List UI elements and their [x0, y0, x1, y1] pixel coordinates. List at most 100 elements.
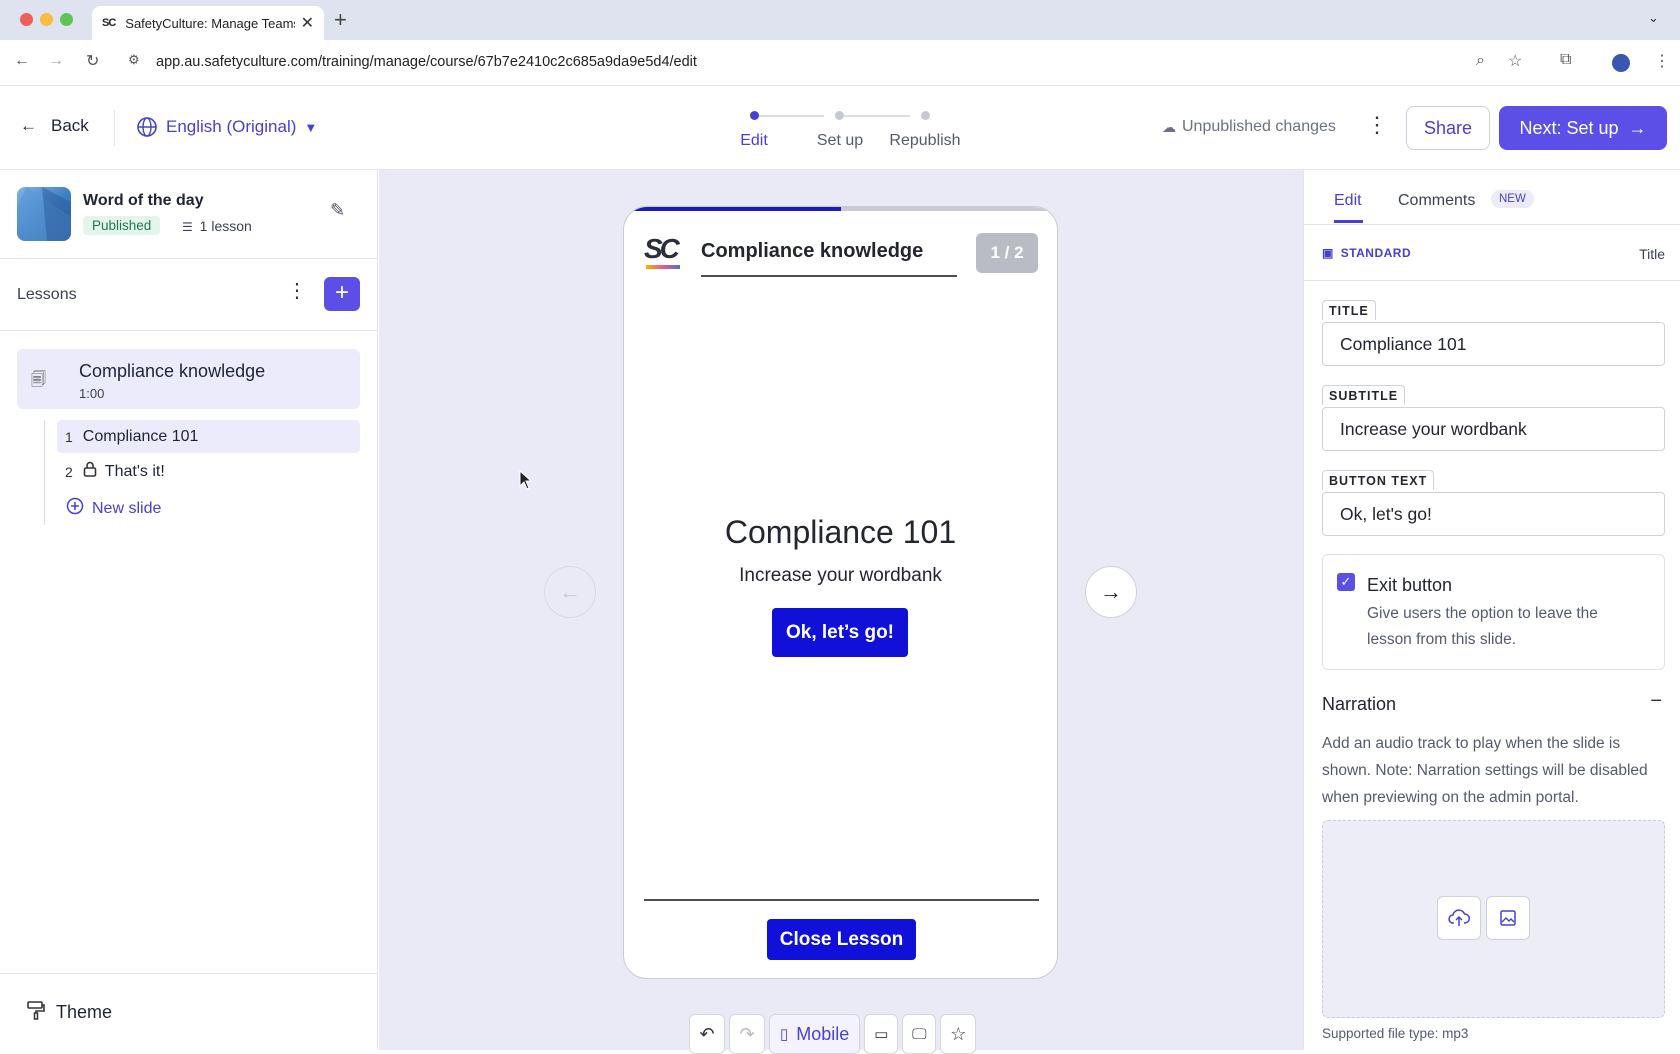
course-name: Word of the day: [83, 192, 204, 209]
new-tab-icon[interactable]: +: [334, 7, 347, 33]
favorite-button[interactable]: ☆: [940, 1014, 977, 1054]
back-button[interactable]: ← Back: [20, 116, 89, 136]
minimize-window-button[interactable]: [40, 13, 53, 26]
url-field[interactable]: app.au.safetyculture.com/training/manage…: [156, 54, 697, 70]
extensions-icon[interactable]: ⧉: [1560, 51, 1571, 69]
desktop-icon: 🖵: [912, 1025, 927, 1043]
theme-label: Theme: [56, 1002, 113, 1022]
device-mobile-button[interactable]: ▯ Mobile: [769, 1014, 861, 1054]
edit-pencil-icon[interactable]: ✎: [330, 200, 345, 221]
step-connector: [754, 115, 824, 117]
slide-counter: 1 / 2: [976, 233, 1038, 273]
slide-number: 1: [65, 428, 73, 445]
button-text-input[interactable]: Ok, let's go!: [1322, 492, 1665, 536]
slide-item-1[interactable]: 1 Compliance 101: [57, 420, 360, 453]
slide-title: Compliance 101: [724, 514, 957, 550]
subtitle-field-label: SUBTITLE: [1322, 385, 1406, 405]
cloud-icon: ☁: [1162, 118, 1176, 135]
close-tab-icon[interactable]: ✕: [301, 13, 314, 33]
lesson-duration: 1:00: [79, 386, 105, 401]
lessons-heading: Lessons: [17, 286, 77, 303]
supported-file-type: Supported file type: mp3: [1322, 1026, 1469, 1041]
lesson-name: Compliance knowledge: [79, 361, 266, 381]
language-label: English (Original): [166, 117, 297, 136]
site-settings-icon[interactable]: ⚙: [128, 52, 140, 68]
slide-subtitle: Increase your wordbank: [739, 565, 942, 586]
active-tab-indicator: [1334, 220, 1363, 223]
zoom-icon[interactable]: ⌕: [1476, 52, 1485, 70]
browser-tab[interactable]: SC SafetyCulture: Manage Teams ✕: [92, 6, 324, 40]
upload-button[interactable]: [1437, 896, 1481, 940]
lesson-item[interactable]: 🗐 Compliance knowledge 1:00: [17, 349, 360, 409]
theme-button[interactable]: Theme: [26, 1000, 112, 1025]
list-icon: ☰: [182, 220, 193, 234]
previous-slide-button[interactable]: ←: [544, 566, 596, 618]
subtitle-input[interactable]: Increase your wordbank: [1322, 407, 1665, 451]
lesson-count: ☰ 1 lesson: [182, 218, 252, 234]
tablet-icon: ▭: [874, 1026, 889, 1043]
step-dot-edit: [750, 111, 759, 120]
course-thumbnail: [17, 187, 71, 241]
next-label: Next: Set up: [1519, 117, 1619, 138]
undo-button[interactable]: ↶: [689, 1014, 725, 1054]
reload-icon[interactable]: ↻: [86, 51, 99, 71]
cloud-upload-icon: [1448, 909, 1470, 926]
new-badge: NEW: [1491, 190, 1534, 208]
redo-button[interactable]: ↷: [729, 1014, 765, 1054]
close-window-button[interactable]: [20, 13, 33, 26]
next-slide-button[interactable]: →: [1085, 566, 1137, 618]
new-slide-button[interactable]: New slide: [66, 497, 161, 520]
audio-upload-dropzone[interactable]: [1322, 820, 1665, 1018]
profile-avatar[interactable]: [1612, 54, 1630, 72]
add-lesson-button[interactable]: +: [324, 277, 360, 311]
more-options-icon[interactable]: ⋮: [1366, 112, 1388, 138]
slide-label: Compliance 101: [82, 427, 199, 445]
browser-menu-icon[interactable]: ⋮: [1654, 51, 1670, 71]
language-selector[interactable]: English (Original) ▼: [136, 116, 317, 138]
collapse-minus-icon[interactable]: −: [1650, 690, 1662, 713]
back-arrow-icon[interactable]: ←: [14, 52, 30, 70]
title-input[interactable]: Compliance 101: [1322, 322, 1665, 366]
exit-button-description: Give users the option to leave the lesso…: [1367, 605, 1598, 648]
caret-down-icon: ▼: [304, 119, 318, 135]
share-button[interactable]: Share: [1406, 106, 1490, 150]
step-dot-setup: [835, 111, 844, 120]
divider: [1304, 280, 1680, 281]
next-setup-button[interactable]: Next: Set up →: [1499, 106, 1667, 150]
step-edit[interactable]: Edit: [740, 132, 768, 150]
lesson-progress-fill: [624, 207, 841, 211]
step-republish[interactable]: Republish: [889, 132, 960, 150]
back-label: Back: [51, 116, 89, 135]
step-dot-republish: [921, 111, 930, 120]
device-desktop-button[interactable]: 🖵: [902, 1014, 937, 1054]
maximize-window-button[interactable]: [60, 13, 73, 26]
tab-title: SafetyCulture: Manage Teams: [125, 15, 295, 31]
star-icon: ☆: [950, 1023, 967, 1044]
close-lesson-button[interactable]: Close Lesson: [767, 919, 916, 960]
tab-comments[interactable]: Comments: [1398, 192, 1475, 210]
undo-icon: ↶: [699, 1023, 715, 1044]
step-setup[interactable]: Set up: [817, 132, 863, 150]
tab-edit[interactable]: Edit: [1334, 192, 1362, 210]
exit-button-checkbox[interactable]: ✓: [1337, 573, 1355, 591]
forward-arrow-icon[interactable]: →: [48, 52, 64, 70]
logo-stripe: [646, 265, 680, 269]
media-library-button[interactable]: [1486, 896, 1530, 940]
bookmark-star-icon[interactable]: ☆: [1508, 51, 1522, 71]
tab-search-chevron-icon[interactable]: ⌄: [1648, 10, 1659, 26]
lessons-more-icon[interactable]: ⋮: [287, 278, 307, 303]
save-status-text: Unpublished changes: [1182, 118, 1336, 135]
layout-label[interactable]: ▣ STANDARD: [1322, 246, 1411, 260]
preview-lesson-title: Compliance knowledge: [701, 240, 924, 262]
divider: [0, 973, 378, 974]
footer-divider: [644, 899, 1039, 901]
slide-start-button[interactable]: Ok, let’s go!: [772, 608, 908, 657]
device-tablet-button[interactable]: ▭: [864, 1014, 899, 1054]
address-bar: ← → ↻ ⚙ app.au.safetyculture.com/trainin…: [0, 40, 1680, 86]
slide-settings-panel: Edit Comments NEW ▣ STANDARD Title TITLE…: [1303, 170, 1680, 1050]
exit-button-title: Exit button: [1367, 575, 1453, 595]
slide-item-2[interactable]: 2 That's it!: [57, 455, 360, 488]
tab-favicon: SC: [102, 17, 116, 29]
app-header: ← Back English (Original) ▼ Edit Set up …: [0, 86, 1680, 170]
new-slide-label: New slide: [92, 499, 162, 517]
